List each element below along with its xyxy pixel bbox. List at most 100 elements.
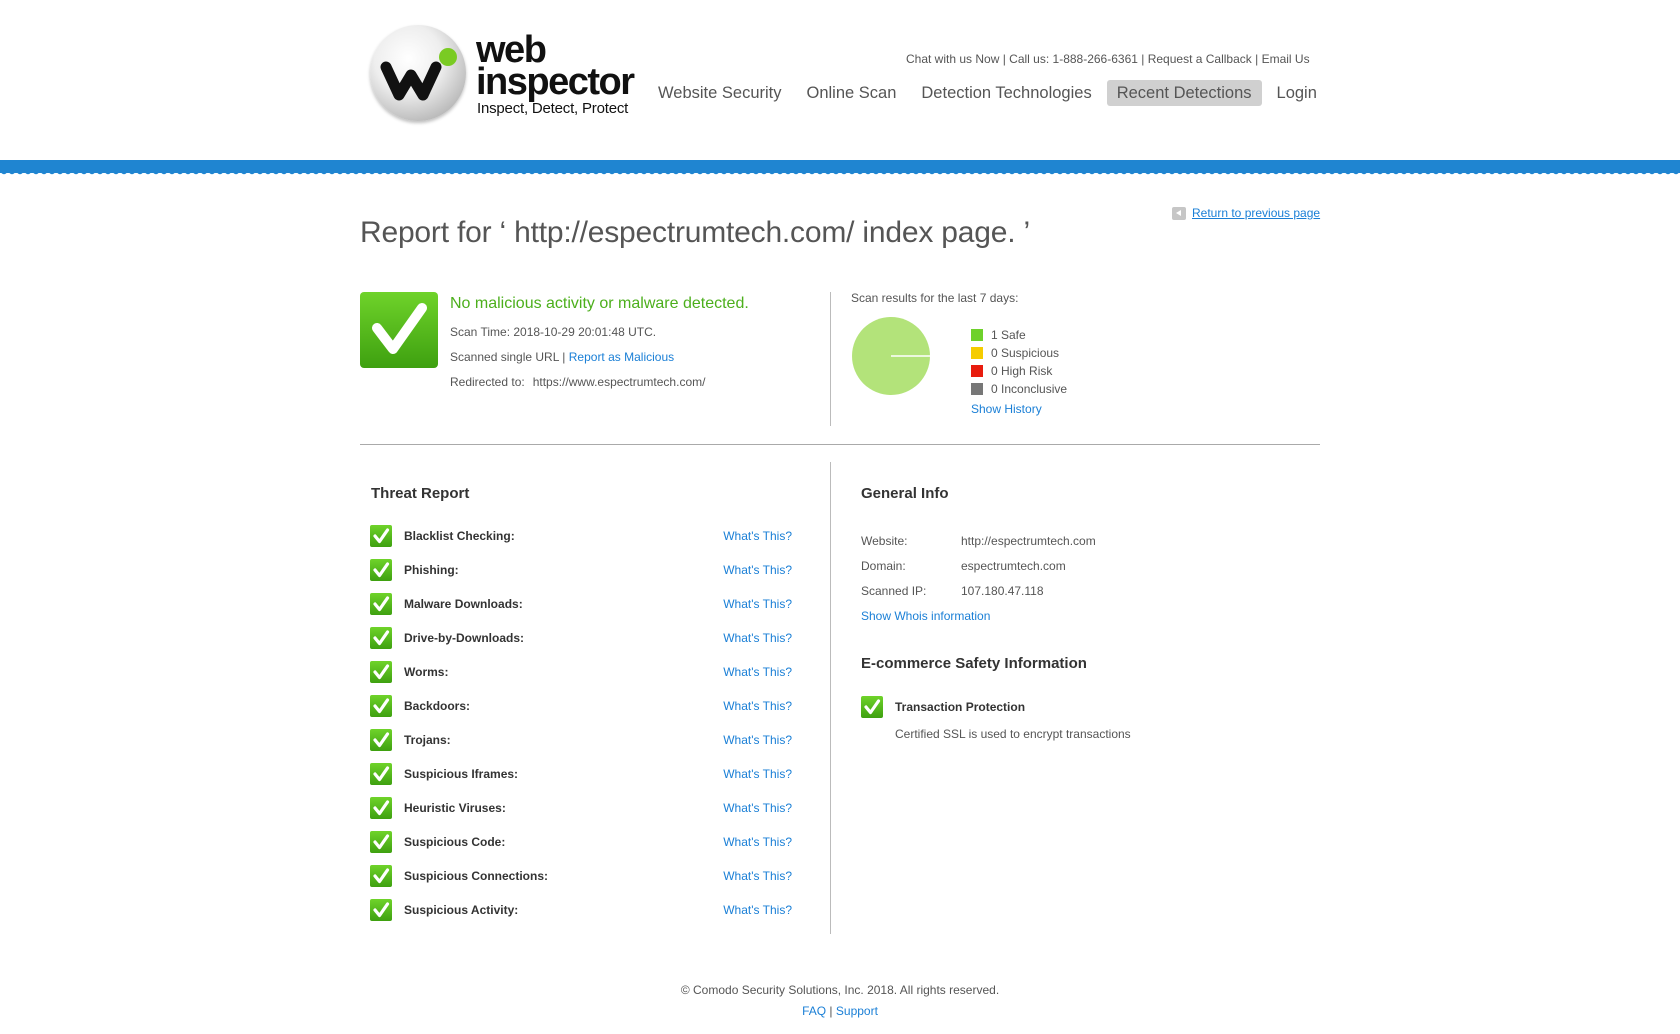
whats-this-link[interactable]: What's This? [723,699,792,713]
threat-row: Worms: What's This? [370,661,792,695]
whats-this-link[interactable]: What's This? [723,665,792,679]
scan-results-pie-chart [851,316,931,401]
info-domain-value: espectrumtech.com [961,559,1066,573]
threat-row: Trojans: What's This? [370,729,792,763]
scanned-type-row: Scanned single URL | Report as Malicious [450,350,674,364]
show-history-link[interactable]: Show History [971,402,1042,416]
legend-inconclusive: 0 Inconclusive [971,380,1067,398]
threat-row: Suspicious Connections: What's This? [370,865,792,899]
footer-links: FAQ | Support [0,1004,1680,1018]
threat-row: Drive-by-Downloads: What's This? [370,627,792,661]
threat-report-title: Threat Report [371,485,470,502]
web-inspector-logo[interactable]: web inspector Inspect, Detect, Protect [370,25,635,125]
scan-results-label: Scan results for the last 7 days: [851,291,1019,305]
checkmark-icon [370,559,392,581]
separator: | [826,1004,836,1018]
column-divider [830,462,831,934]
email-us-link[interactable]: Email Us [1262,52,1310,66]
scan-results-legend: 1 Safe 0 Suspicious 0 High Risk 0 Inconc… [971,326,1067,398]
request-callback-link[interactable]: Request a Callback [1148,52,1252,66]
checkmark-icon [370,661,392,683]
nav-online-scan[interactable]: Online Scan [797,80,907,106]
info-domain-label: Domain: [861,559,906,573]
status-headline: No malicious activity or malware detecte… [450,295,749,312]
separator: | [999,52,1010,66]
whats-this-link[interactable]: What's This? [723,733,792,747]
redirect-row: Redirected to: https://www.espectrumtech.… [450,375,705,389]
back-arrow-icon [1172,206,1186,220]
threat-row: Suspicious Iframes: What's This? [370,763,792,797]
ecommerce-safety-title: E-commerce Safety Information [861,655,1087,672]
site-header: web inspector Inspect, Detect, Protect C… [0,0,1680,160]
checkmark-icon [370,729,392,751]
safe-checkmark-icon [360,292,438,368]
whats-this-link[interactable]: What's This? [723,835,792,849]
checkmark-icon [861,696,883,718]
support-link[interactable]: Support [836,1004,878,1018]
threat-label: Phishing: [404,563,459,577]
nav-recent-detections[interactable]: Recent Detections [1106,80,1262,106]
legend-label-inconclusive: 0 Inconclusive [991,382,1068,396]
whats-this-link[interactable]: What's This? [723,869,792,883]
page-title: Report for ‘ http://espectrumtech.com/ i… [360,216,1030,249]
info-website-value: http://espectrumtech.com [961,534,1096,548]
threat-label: Suspicious Iframes: [404,767,519,781]
info-ip-value: 107.180.47.118 [961,584,1044,598]
legend-high-risk: 0 High Risk [971,362,1067,380]
header-wave-divider [0,160,1680,178]
logo-w-icon [370,25,466,121]
logo-text-inspector: inspector [476,61,635,103]
call-us-text: Call us: 1-888-266-6361 [1009,52,1138,66]
whats-this-link[interactable]: What's This? [723,903,792,917]
legend-safe: 1 Safe [971,326,1067,344]
whats-this-link[interactable]: What's This? [723,767,792,781]
redirected-url: https://www.espectrumtech.com/ [532,375,706,389]
threat-label: Suspicious Code: [404,835,506,849]
info-domain-row: Domain: espectrumtech.com [861,559,1066,573]
return-to-previous-page-link[interactable]: Return to previous page [1172,206,1320,220]
info-website-label: Website: [861,534,908,548]
threat-row: Malware Downloads: What's This? [370,593,792,627]
nav-website-security[interactable]: Website Security [648,80,792,106]
faq-link[interactable]: FAQ [802,1004,826,1018]
whats-this-link[interactable]: What's This? [723,801,792,815]
scan-time: Scan Time: 2018-10-29 20:01:48 UTC. [450,325,657,339]
threat-row: Backdoors: What's This? [370,695,792,729]
redirected-label: Redirected to: [450,375,525,389]
nav-detection-technologies[interactable]: Detection Technologies [911,80,1101,106]
show-whois-link[interactable]: Show Whois information [861,609,990,623]
vertical-divider [830,292,831,426]
legend-swatch-high-risk [971,365,983,377]
threat-label: Drive-by-Downloads: [404,631,525,645]
threat-label: Heuristic Viruses: [404,801,506,815]
threat-report-list: Blacklist Checking: What's This? Phishing:… [370,525,792,933]
whats-this-link[interactable]: What's This? [723,597,792,611]
legend-swatch-inconclusive [971,383,983,395]
horizontal-divider [360,444,1320,445]
legend-label-safe: 1 Safe [991,328,1026,342]
legend-suspicious: 0 Suspicious [971,344,1067,362]
info-ip-label: Scanned IP: [861,584,927,598]
legend-label-suspicious: 0 Suspicious [991,346,1060,360]
threat-row: Suspicious Code: What's This? [370,831,792,865]
copyright-text: © Comodo Security Solutions, Inc. 2018. … [680,983,1000,997]
transaction-protection-desc: Certified SSL is used to encrypt transac… [895,727,1131,741]
separator: | [1137,52,1148,66]
legend-swatch-safe [971,329,983,341]
whats-this-link[interactable]: What's This? [723,529,792,543]
chat-link[interactable]: Chat with us Now [906,52,999,66]
separator: | [1251,52,1262,66]
threat-row: Heuristic Viruses: What's This? [370,797,792,831]
checkmark-icon [370,865,392,887]
report-as-malicious-link[interactable]: Report as Malicious [569,350,674,364]
whats-this-link[interactable]: What's This? [723,631,792,645]
threat-label: Trojans: [404,733,451,747]
return-link-label: Return to previous page [1192,206,1321,220]
general-info-title: General Info [861,485,949,502]
threat-label: Suspicious Connections: [404,869,549,883]
threat-label: Suspicious Activity: [404,903,519,917]
nav-login[interactable]: Login [1267,80,1327,106]
checkmark-icon [370,695,392,717]
whats-this-link[interactable]: What's This? [723,563,792,577]
threat-label: Backdoors: [404,699,471,713]
